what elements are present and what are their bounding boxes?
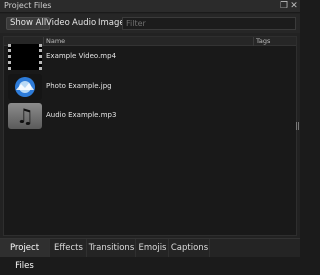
music-note-icon: ♫ <box>8 103 42 129</box>
file-name: Audio Example.mp3 <box>46 111 117 119</box>
panel-titlebar[interactable]: Project Files ❐ ✕ <box>0 0 300 13</box>
show-all-button[interactable]: Show All <box>6 17 51 30</box>
photo-icon <box>15 77 35 97</box>
bottom-tabs: Project Files Effects Transitions Emojis… <box>0 238 300 271</box>
tab-emojis[interactable]: Emojis <box>137 239 169 257</box>
resize-handle[interactable] <box>296 122 299 130</box>
filter-toolbar: Show All Video Audio Image Filter <box>0 14 300 33</box>
table-row[interactable]: Example Video.mp4 <box>4 42 296 72</box>
tab-transitions[interactable]: Transitions <box>88 239 136 257</box>
project-files-table: Name Tags Example Video.mp4 Photo Exampl… <box>3 36 297 236</box>
table-row[interactable]: ♫ Audio Example.mp3 <box>4 101 296 131</box>
tab-effects[interactable]: Effects <box>51 239 87 257</box>
video-thumbnail <box>8 44 42 70</box>
float-panel-icon[interactable]: ❐ <box>279 1 289 11</box>
table-row[interactable]: Photo Example.jpg <box>4 72 296 102</box>
photo-thumbnail <box>8 74 42 100</box>
file-name: Example Video.mp4 <box>46 52 117 60</box>
audio-filter-button[interactable]: Audio <box>72 17 96 30</box>
tab-project-files[interactable]: Project Files <box>0 239 50 271</box>
image-filter-button[interactable]: Image <box>98 17 125 30</box>
panel-title: Project Files <box>4 1 52 10</box>
close-panel-icon[interactable]: ✕ <box>289 1 299 11</box>
tab-captions[interactable]: Captions <box>170 239 210 257</box>
video-filter-button[interactable]: Video <box>46 17 70 30</box>
filter-input[interactable]: Filter <box>122 17 296 30</box>
project-files-panel: Project Files ❐ ✕ Show All Video Audio I… <box>0 0 300 271</box>
file-name: Photo Example.jpg <box>46 82 112 90</box>
